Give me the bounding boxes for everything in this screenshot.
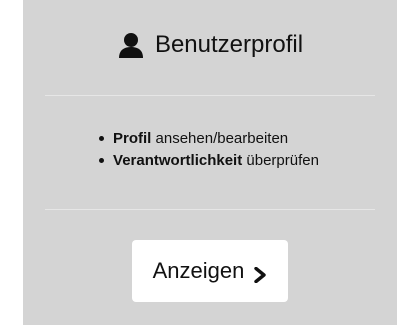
bullet (99, 136, 105, 141)
card-header: Benutzerprofil (45, 0, 375, 96)
feature-bold: Verantwortlichkeit (113, 151, 243, 169)
show-button-label: Anzeigen (152, 258, 245, 283)
show-button[interactable]: Anzeigen (132, 240, 288, 302)
feature-item: Profil ansehen/bearbeiten (99, 128, 319, 150)
feature-item: Verantwortlichkeit überprüfen (99, 150, 319, 172)
chevron-right-icon (253, 263, 267, 284)
feature-bold: Profil (113, 129, 152, 147)
bullet (99, 158, 105, 163)
profile-card: Benutzerprofil Profil ansehen/bearbeiten… (23, 0, 397, 325)
feature-list: Profil ansehen/bearbeiten Verantwortlich… (99, 128, 319, 172)
user-icon (117, 32, 145, 58)
card-body: Profil ansehen/bearbeiten Verantwortlich… (45, 96, 375, 210)
card-footer: Anzeigen (23, 210, 397, 326)
feature-text: überprüfen (242, 151, 319, 169)
feature-text: ansehen/bearbeiten (151, 129, 289, 147)
card-title-text: Benutzerprofil (154, 30, 304, 58)
card-title: Benutzerprofil (117, 31, 303, 59)
